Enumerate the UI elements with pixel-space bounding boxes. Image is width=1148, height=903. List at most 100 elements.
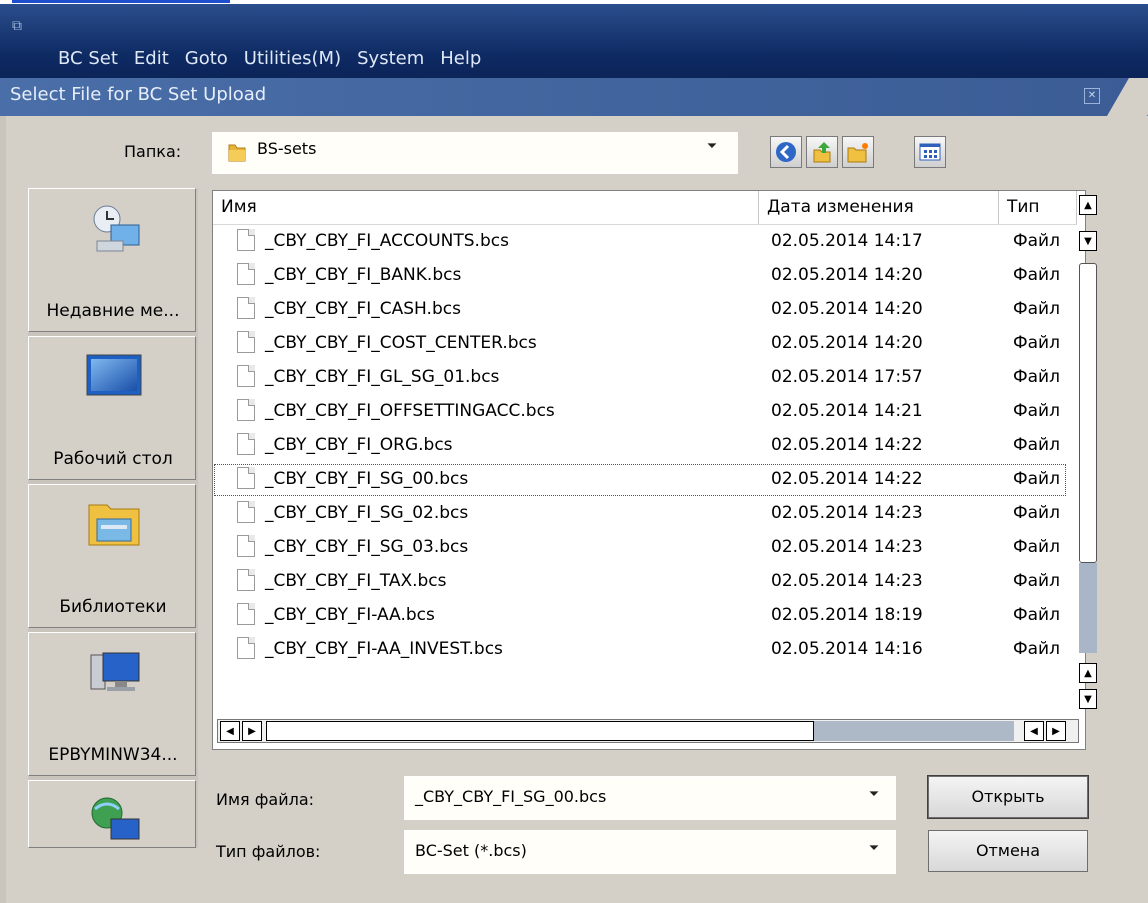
file-icon [237, 365, 255, 387]
scroll-right-small-icon[interactable]: ▶ [1046, 721, 1066, 741]
file-type: Файл [1013, 367, 1060, 387]
file-date: 02.05.2014 14:20 [771, 299, 923, 319]
folder-combo[interactable]: BS-sets ⏷ [212, 132, 738, 174]
file-type: Файл [1013, 333, 1060, 353]
file-date: 02.05.2014 14:16 [771, 639, 923, 659]
file-row[interactable]: _CBY_CBY_FI_CASH.bcs 02.05.2014 14:20 Файл [213, 293, 1067, 327]
file-row[interactable]: _CBY_CBY_FI_TAX.bcs 02.05.2014 14:23 Файл [213, 565, 1067, 599]
scroll-left-small-icon[interactable]: ◀ [1024, 721, 1044, 741]
place-computer[interactable]: EPBYMINW34... [28, 632, 196, 776]
file-row[interactable]: _CBY_CBY_FI_ORG.bcs 02.05.2014 14:22 Файл [213, 429, 1067, 463]
place-label: Недавние ме... [46, 301, 180, 321]
filetype-select[interactable]: BC-Set (*.bcs) ⏷ [404, 830, 896, 874]
menu-edit[interactable]: Edit [134, 48, 169, 69]
menu-system[interactable]: System [357, 48, 424, 69]
column-header-date[interactable]: Дата изменения [759, 191, 999, 225]
new-folder-icon [847, 143, 868, 163]
folder-value: BS-sets [257, 139, 317, 158]
menu-help[interactable]: Help [440, 48, 481, 69]
link-underline [12, 0, 230, 3]
file-icon [237, 433, 255, 455]
place-libraries[interactable]: Библиотеки [28, 484, 196, 628]
scroll-right-icon[interactable]: ▶ [242, 721, 262, 741]
file-row[interactable]: _CBY_CBY_FI_SG_03.bcs 02.05.2014 14:23 Фай… [213, 531, 1067, 565]
scroll-down-icon[interactable]: ▼ [1079, 231, 1097, 251]
scroll-left-icon[interactable]: ◀ [220, 721, 240, 741]
scroll-up-small-icon[interactable]: ▲ [1079, 663, 1097, 683]
filename-value: _CBY_CBY_FI_SG_00.bcs [415, 787, 607, 806]
close-icon[interactable]: ✕ [1084, 88, 1100, 104]
file-row[interactable]: _CBY_CBY_FI_OFFSETTINGACC.bcs 02.05.2014 … [213, 395, 1067, 429]
file-row[interactable]: _CBY_CBY_FI_ACCOUNTS.bcs 02.05.2014 14:17… [213, 225, 1067, 259]
file-name: _CBY_CBY_FI_ACCOUNTS.bcs [265, 231, 509, 251]
file-row[interactable]: _CBY_CBY_FI_COST_CENTER.bcs 02.05.2014 14… [213, 327, 1067, 361]
back-arrow-icon [776, 142, 796, 162]
filename-label: Имя файла: [216, 790, 315, 809]
file-list[interactable]: Имя Дата изменения Тип _CBY_CBY_FI_ACCOU… [212, 190, 1097, 750]
file-type: Файл [1013, 571, 1060, 591]
file-row[interactable]: _CBY_CBY_FI_SG_02.bcs 02.05.2014 14:23 Фай… [213, 497, 1067, 531]
place-label: EPBYMINW34... [48, 745, 178, 765]
place-desktop[interactable]: Рабочий стол [28, 336, 196, 480]
place-recent[interactable]: Недавние ме... [28, 188, 196, 332]
file-date: 02.05.2014 14:17 [771, 231, 923, 251]
file-type: Файл [1013, 537, 1060, 557]
file-row[interactable]: _CBY_CBY_FI-AA.bcs 02.05.2014 18:19 Файл [213, 599, 1067, 633]
open-button[interactable]: Открыть [928, 776, 1088, 818]
new-folder-button[interactable] [842, 136, 874, 168]
scroll-thumb[interactable] [1079, 563, 1097, 653]
left-edge [0, 116, 6, 903]
scroll-track[interactable] [1079, 263, 1097, 563]
view-grid-icon [919, 143, 941, 161]
file-date: 02.05.2014 14:22 [771, 435, 923, 455]
file-icon [237, 637, 255, 659]
dialog-title-bar: Select File for BC Set Upload ✕ [0, 78, 1148, 116]
dropdown-icon[interactable]: ⏷ [705, 139, 719, 155]
filename-input[interactable]: _CBY_CBY_FI_SG_00.bcs ⏷ [404, 776, 896, 820]
vertical-scrollbar[interactable]: ▲ ▼ ▲ ▼ [1079, 195, 1101, 709]
place-network[interactable] [28, 780, 196, 848]
scroll-up-icon[interactable]: ▲ [1079, 195, 1097, 215]
places-bar: Недавние ме... Рабочий стол Библиотеки E… [28, 188, 198, 848]
menu-goto[interactable]: Goto [185, 48, 228, 69]
hscroll-thumb[interactable] [266, 721, 814, 741]
file-type: Файл [1013, 469, 1060, 489]
file-row[interactable]: _CBY_CBY_FI_BANK.bcs 02.05.2014 14:20 Файл [213, 259, 1067, 293]
file-date: 02.05.2014 14:21 [771, 401, 923, 421]
desktop-icon [86, 354, 142, 396]
file-type: Файл [1013, 299, 1060, 319]
file-name: _CBY_CBY_FI_COST_CENTER.bcs [265, 333, 537, 353]
dropdown-icon[interactable]: ⏷ [867, 841, 881, 857]
up-folder-button[interactable] [806, 136, 838, 168]
place-label: Библиотеки [59, 597, 167, 617]
file-date: 02.05.2014 14:20 [771, 333, 923, 353]
sap-window-icon[interactable]: ⧉ [12, 18, 28, 34]
filetype-label: Тип файлов: [216, 842, 321, 861]
file-icon [237, 263, 255, 285]
menu-utilities[interactable]: Utilities(M) [244, 48, 341, 69]
column-header-name[interactable]: Имя [213, 191, 759, 225]
view-menu-button[interactable] [914, 136, 946, 168]
file-icon [237, 569, 255, 591]
dropdown-icon[interactable]: ⏷ [867, 787, 881, 803]
menu-bar: ⧉ BC Set Edit Goto Utilities(M) System H… [0, 4, 1148, 78]
file-row-selected[interactable]: _CBY_CBY_FI_SG_00.bcs 02.05.2014 14:22 Фай… [213, 463, 1067, 497]
file-row[interactable]: _CBY_CBY_FI-AA_INVEST.bcs 02.05.2014 14:1… [213, 633, 1067, 667]
menu-bc-set[interactable]: BC Set [58, 48, 118, 69]
cancel-button[interactable]: Отмена [928, 830, 1088, 872]
file-icon [237, 501, 255, 523]
folder-icon [228, 144, 246, 162]
file-row[interactable]: _CBY_CBY_FI_GL_SG_01.bcs 02.05.2014 17:57… [213, 361, 1067, 395]
file-name: _CBY_CBY_FI_ORG.bcs [265, 435, 453, 455]
file-name: _CBY_CBY_FI_SG_00.bcs [265, 469, 469, 489]
scroll-down-small-icon[interactable]: ▼ [1079, 689, 1097, 709]
back-button[interactable] [770, 136, 802, 168]
file-date: 02.05.2014 14:23 [771, 537, 923, 557]
recent-places-icon [93, 205, 140, 252]
file-type: Файл [1013, 503, 1060, 523]
hscroll-track[interactable] [814, 721, 1014, 741]
file-name: _CBY_CBY_FI_OFFSETTINGACC.bcs [265, 401, 555, 421]
horizontal-scrollbar[interactable]: ◀ ▶ ◀ ▶ [217, 719, 1079, 743]
column-header-type[interactable]: Тип [999, 191, 1077, 225]
file-date: 02.05.2014 18:19 [771, 605, 923, 625]
